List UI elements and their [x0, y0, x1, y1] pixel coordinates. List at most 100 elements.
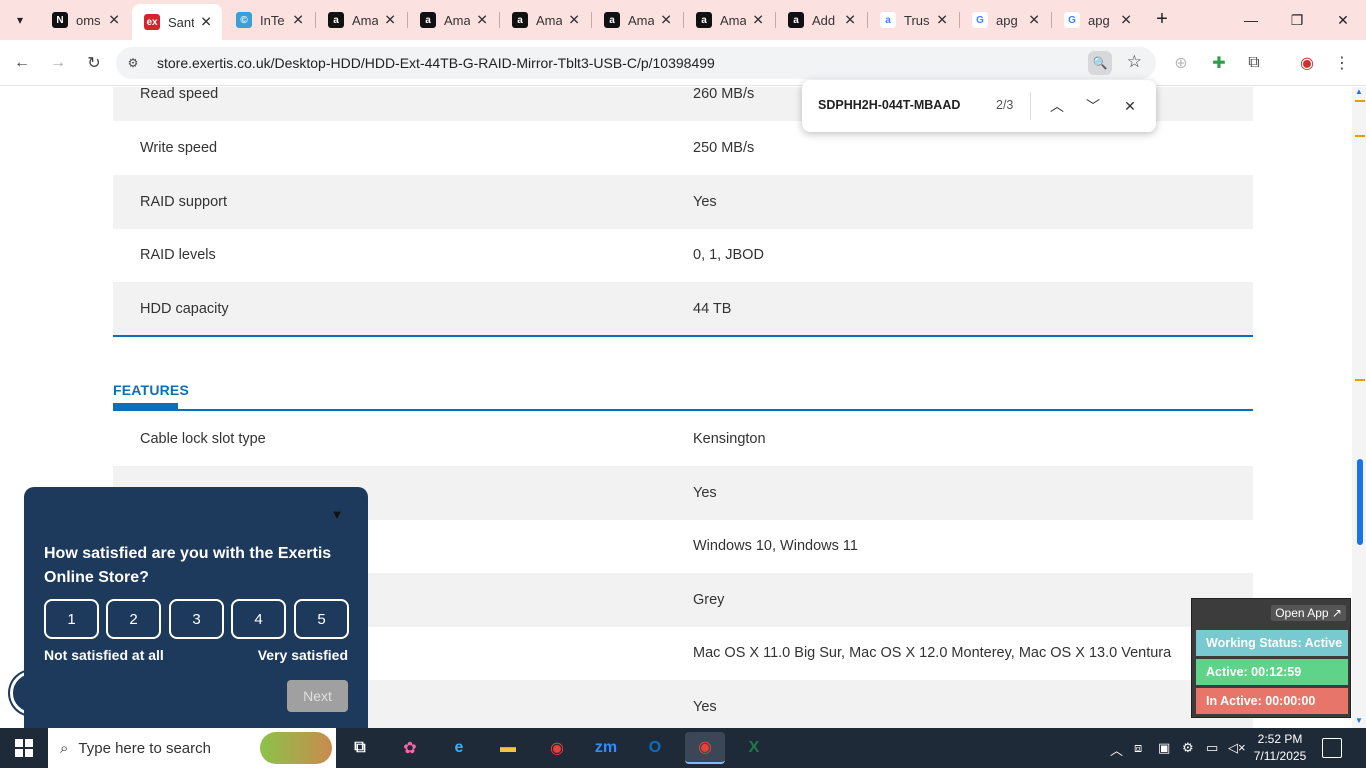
find-next-icon[interactable]: ﹀ [1081, 94, 1105, 118]
extension-green-icon[interactable]: ✚ [1206, 50, 1232, 76]
find-input[interactable]: SDPHH2H-044T-MBAAD [818, 98, 960, 112]
tab-close-icon[interactable]: ✕ [292, 12, 304, 29]
tab-close-icon[interactable]: ✕ [384, 12, 396, 29]
find-previous-icon[interactable]: ︿ [1045, 94, 1069, 118]
find-in-page-icon[interactable]: 🔍 [1088, 51, 1112, 75]
google-icon: G [972, 12, 988, 28]
close-window-icon[interactable]: ✕ [1320, 0, 1366, 40]
tab[interactable]: © InTe ✕ [224, 0, 314, 40]
back-icon[interactable]: ← [9, 50, 35, 76]
amazon-icon: a [696, 12, 712, 28]
chrome-profile-icon[interactable]: ◉ [685, 732, 725, 764]
tab[interactable]: a Ama ✕ [316, 0, 406, 40]
tray-chevron-icon[interactable]: ︿ [1110, 740, 1123, 759]
find-close-icon[interactable]: ✕ [1118, 94, 1142, 118]
scroll-down-icon[interactable]: ▼ [1355, 716, 1363, 725]
taskbar-search[interactable]: ⌕ Type here to search [48, 728, 336, 768]
tab[interactable]: Gapg ✕ [1052, 0, 1142, 40]
notion-icon: N [52, 12, 68, 28]
tab[interactable]: Gapg ✕ [960, 0, 1050, 40]
new-tab-button[interactable]: + [1150, 8, 1174, 32]
tab-close-icon[interactable]: ✕ [936, 12, 948, 29]
spec-value: Yes [693, 193, 717, 210]
page-scrollbar[interactable]: ▲ ▼ [1352, 87, 1366, 728]
tab-close-icon[interactable]: ✕ [200, 14, 212, 31]
notification-icon[interactable] [1322, 738, 1342, 758]
tab[interactable]: ex Sant ✕ [132, 4, 222, 40]
rating-4-button[interactable]: 4 [231, 599, 286, 639]
tab[interactable]: a Ama ✕ [592, 0, 682, 40]
tab-title: Trus [904, 12, 930, 28]
spec-value: 44 TB [693, 300, 732, 317]
chrome-icon[interactable]: ◉ [537, 732, 577, 764]
spec-label: RAID levels [140, 246, 216, 263]
collapse-icon[interactable]: ▼ [329, 507, 345, 523]
search-placeholder: Type here to search [78, 739, 211, 757]
url-text[interactable]: store.exertis.co.uk/Desktop-HDD/HDD-Ext-… [157, 55, 715, 71]
open-app-button[interactable]: Open App ↗ [1271, 605, 1346, 621]
tab-close-icon[interactable]: ✕ [660, 12, 672, 29]
windows-start-icon[interactable] [0, 728, 48, 768]
scroll-up-icon[interactable]: ▲ [1355, 87, 1363, 96]
rating-2-button[interactable]: 2 [106, 599, 161, 639]
time-tracker-widget: Open App ↗ Working Status: Active Active… [1191, 598, 1351, 718]
outlook-icon[interactable]: O [635, 732, 675, 764]
next-button[interactable]: Next [287, 680, 348, 712]
meet-now-icon[interactable]: ⧈ [1134, 740, 1142, 756]
tab-title: InTe [260, 12, 285, 28]
rating-1-button[interactable]: 1 [44, 599, 99, 639]
minimize-icon[interactable]: — [1228, 0, 1274, 40]
tab-close-icon[interactable]: ✕ [752, 12, 764, 29]
scroll-thumb[interactable] [1357, 459, 1363, 545]
tab-close-icon[interactable]: ✕ [1028, 12, 1040, 29]
site-info-icon[interactable]: ⚙ [124, 54, 142, 72]
tab-strip: ▾ Noms ✕ ex Sant ✕ © InTe ✕ a Ama ✕ a Ama ✕ a Ama ✕ a Ama ✕… [0, 0, 1366, 40]
camera-icon[interactable]: ⚙ [1182, 740, 1194, 756]
reload-icon[interactable]: ↻ [81, 50, 107, 76]
forward-icon[interactable]: → [45, 50, 71, 76]
excel-icon[interactable]: X [734, 732, 774, 764]
intercom-icon: © [236, 12, 252, 28]
find-match-marker [1355, 379, 1365, 381]
extensions-icon[interactable]: ⧉ [1241, 50, 1267, 76]
address-bar[interactable]: ⚙ store.exertis.co.uk/Desktop-HDD/HDD-Ex… [116, 47, 1156, 79]
tab-close-icon[interactable]: ✕ [476, 12, 488, 29]
rating-5-button[interactable]: 5 [294, 599, 349, 639]
tab[interactable]: Noms ✕ [40, 0, 130, 40]
tab[interactable]: a Trus ✕ [868, 0, 958, 40]
tab-title: apg [996, 12, 1018, 28]
features-heading: FEATURES [113, 382, 190, 398]
amazon-icon: a [328, 12, 344, 28]
bookmark-star-icon[interactable]: ☆ [1127, 52, 1142, 72]
file-explorer-icon[interactable]: ▬ [488, 732, 528, 764]
edge-icon[interactable]: e [439, 732, 479, 764]
rating-3-button[interactable]: 3 [169, 599, 224, 639]
tab-close-icon[interactable]: ✕ [568, 12, 580, 29]
tab-close-icon[interactable]: ✕ [844, 12, 856, 29]
menu-icon[interactable]: ⋮ [1329, 50, 1355, 76]
zoom-icon[interactable]: zm [586, 732, 626, 764]
tab[interactable]: a Ama ✕ [408, 0, 498, 40]
restore-icon[interactable]: ❐ [1274, 0, 1320, 40]
tab-close-icon[interactable]: ✕ [1120, 12, 1132, 29]
tab-search-icon[interactable]: ▾ [8, 8, 32, 32]
network-icon[interactable]: ▭ [1206, 740, 1218, 756]
volume-icon[interactable]: ◁× [1228, 740, 1246, 756]
spec-value: 250 MB/s [693, 139, 755, 156]
tab-title: oms [76, 12, 101, 28]
spec-row: RAID levels 0, 1, JBOD [113, 228, 1253, 282]
spec-label: Write speed [140, 139, 218, 156]
clock-date: 7/11/2025 [1253, 749, 1307, 763]
copilot-icon[interactable]: ✿ [390, 732, 430, 764]
inactive-time: In Active: 00:00:00 [1196, 688, 1348, 714]
tab[interactable]: a Ama ✕ [500, 0, 590, 40]
system-clock[interactable]: 2:52 PM 7/11/2025 [1244, 731, 1316, 765]
translate-icon[interactable]: ⊕ [1168, 50, 1194, 76]
tab-close-icon[interactable]: ✕ [108, 12, 120, 29]
tab[interactable]: a Add ✕ [776, 0, 866, 40]
tab[interactable]: a Ama ✕ [684, 0, 774, 40]
profile-icon[interactable]: ◉ [1294, 50, 1320, 76]
display-icon[interactable]: ▣ [1158, 740, 1170, 756]
task-view-icon[interactable]: ⧉ [340, 732, 380, 764]
section-divider [113, 409, 1253, 411]
